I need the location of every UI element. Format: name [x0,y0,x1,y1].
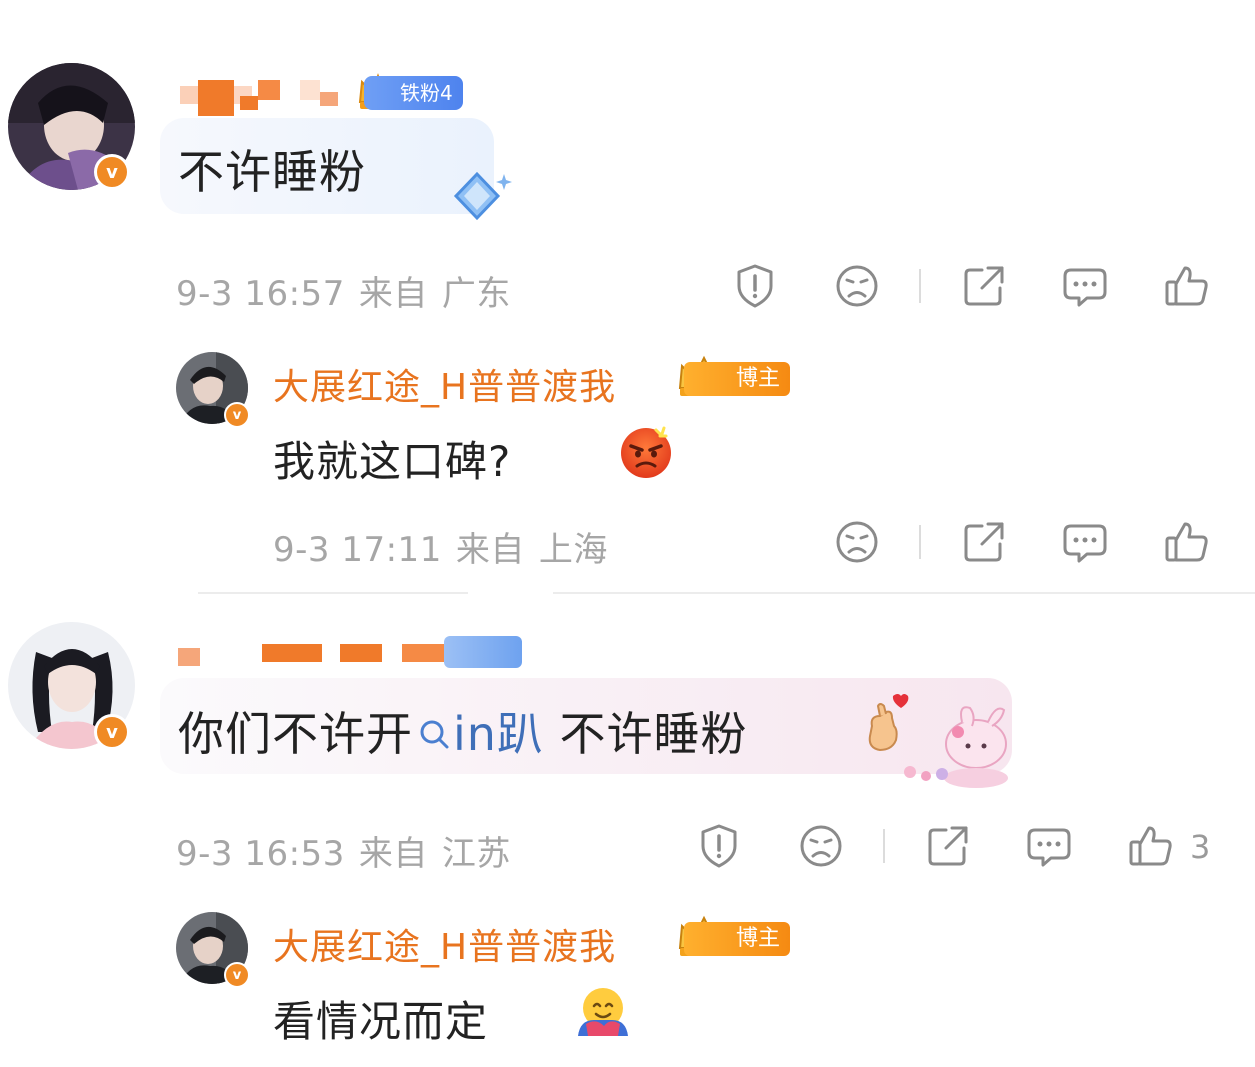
comment-meta: 9-3 16:53 来自 江苏 [176,826,525,875]
comment-meta: 9-3 16:57 来自 广东 [176,266,525,315]
comment-divider [553,592,1255,594]
timestamp: 9-3 16:57 [176,274,345,314]
finger-heart-icon [868,694,909,752]
timestamp: 9-3 17:11 [273,530,442,570]
comment-divider [198,592,468,594]
action-separator [883,829,885,863]
owner-badge: 博主 [684,362,791,396]
reply-text: 看情况而定 [273,997,489,1046]
like-icon[interactable] [1163,262,1211,310]
action-separator [919,525,921,559]
comment-text-after: 不许睡粉 [543,707,748,761]
reply-meta: 9-3 17:11 来自 上海 [273,522,622,571]
like-icon[interactable] [1127,822,1175,870]
fan-level-badge: 铁粉4 [364,76,463,110]
from-label: 来自 [455,530,525,570]
report-icon[interactable] [695,822,743,870]
location: 江苏 [441,834,511,874]
action-separator [919,269,921,303]
comment-icon[interactable] [1061,262,1109,310]
melody-decoration-icon [904,706,1008,788]
share-icon[interactable] [960,518,1008,566]
share-icon[interactable] [924,822,972,870]
dislike-icon[interactable] [797,822,845,870]
comment-text: 你们不许开 in趴 不许睡粉 [178,698,748,768]
from-label: 来自 [358,274,428,314]
verified-badge-icon: v [224,962,250,988]
share-icon[interactable] [960,262,1008,310]
report-icon[interactable] [731,262,779,310]
reply-username[interactable]: 大展红途_H普普渡我 [273,358,616,410]
dislike-icon[interactable] [833,262,881,310]
reply-username[interactable]: 大展红途_H普普渡我 [273,918,616,970]
comment-icon[interactable] [1025,822,1073,870]
verified-badge-icon: v [94,154,130,190]
comment-text: 不许睡粉 [178,145,366,199]
comment-icon[interactable] [1061,518,1109,566]
angry-face-icon [621,426,671,478]
like-count: 3 [1190,828,1211,866]
search-link-text[interactable]: in趴 [453,707,544,761]
search-link-icon[interactable] [417,708,451,762]
location: 广东 [441,274,511,314]
like-icon[interactable] [1163,518,1211,566]
dislike-icon[interactable] [833,518,881,566]
owner-badge: 博主 [684,922,791,956]
reply-text: 我就这口碑? [273,437,512,486]
timestamp: 9-3 16:53 [176,834,345,874]
location: 上海 [538,530,608,570]
diamond-decoration-icon [453,171,512,221]
verified-badge-icon: v [224,402,250,428]
verified-badge-icon: v [94,714,130,750]
from-label: 来自 [358,834,428,874]
comment-text-before: 你们不许开 [178,707,413,761]
hugging-face-icon [578,988,628,1036]
